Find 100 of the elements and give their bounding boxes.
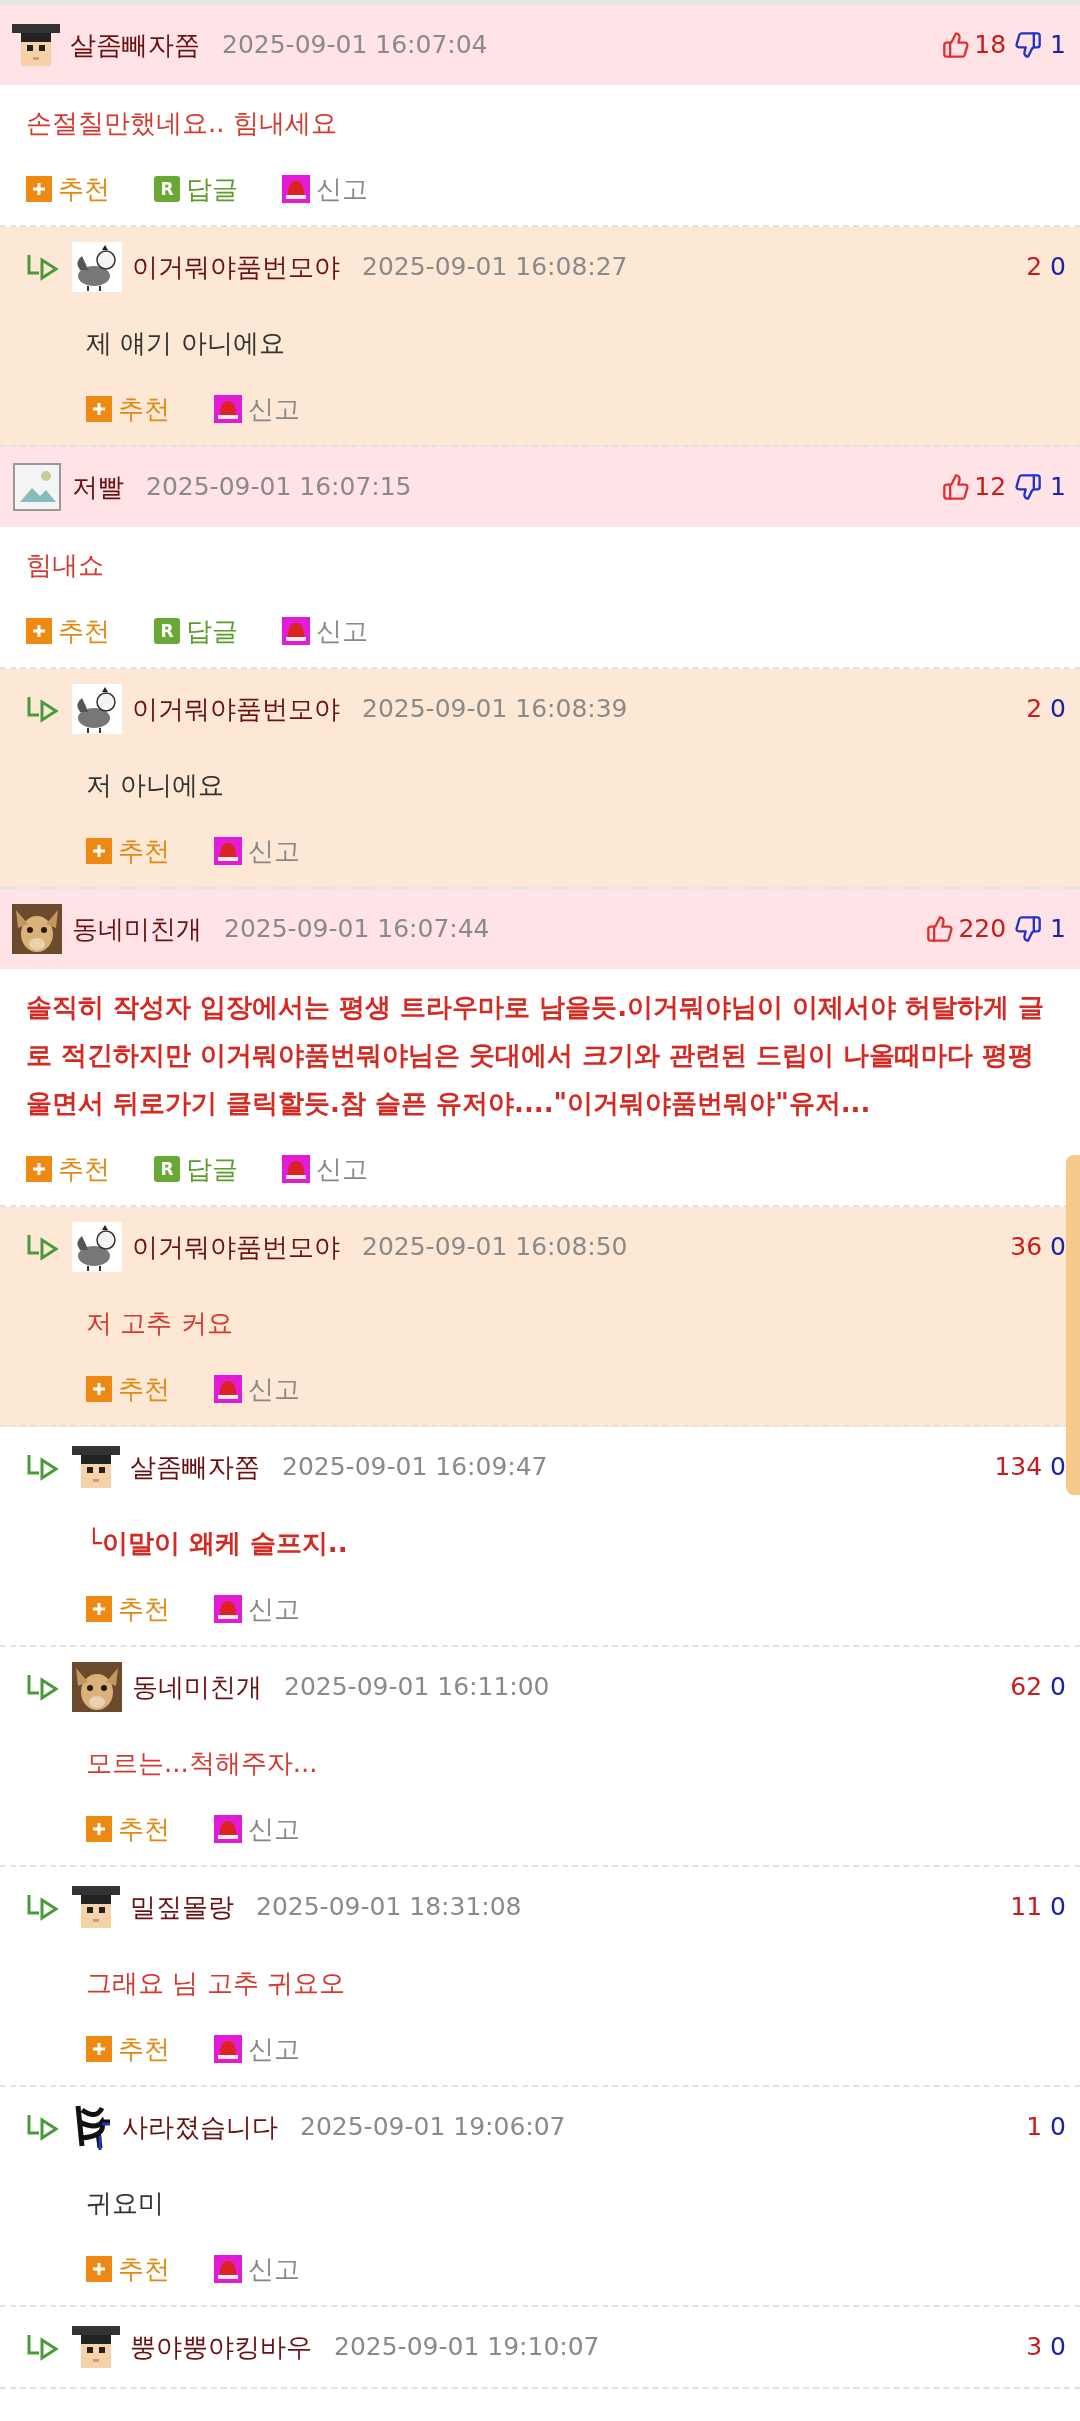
comment-time: 2025-09-01 16:07:15 <box>146 471 412 504</box>
reply-icon: R <box>154 1156 180 1182</box>
comment-time: 2025-09-01 16:08:50 <box>362 1231 628 1264</box>
comment-text: 그래요 님 고추 귀요오 <box>86 1967 346 2000</box>
siren-icon <box>214 1375 242 1403</box>
plus-icon <box>86 2036 112 2062</box>
plus-icon <box>86 1376 112 1402</box>
user-name[interactable]: 이거뭐야품번모야 <box>132 247 340 287</box>
plus-icon <box>86 838 112 864</box>
user-name[interactable]: 동네미친개 <box>132 1667 262 1707</box>
recommend-button[interactable]: 추천 <box>26 169 110 209</box>
report-button[interactable]: 신고 <box>282 611 368 651</box>
downvote-count: 1 <box>1050 913 1066 946</box>
report-button[interactable]: 신고 <box>214 2249 300 2289</box>
downvote-count: 0 <box>1050 2331 1066 2364</box>
reply-button[interactable]: R 답글 <box>154 1149 238 1189</box>
upvote-count: 1 <box>1026 2111 1043 2144</box>
graduate-avatar-icon <box>12 21 60 69</box>
siren-icon <box>214 2255 242 2283</box>
user-name[interactable]: 살좀빼자쫌 <box>70 25 200 65</box>
upvote-count: 36 <box>1010 1231 1043 1264</box>
upvote-count: 220 <box>958 913 1007 946</box>
upvote-count: 12 <box>974 471 1007 504</box>
recommend-button[interactable]: 추천 <box>86 1809 170 1849</box>
comment-time: 2025-09-01 19:06:07 <box>300 2111 566 2144</box>
user-name[interactable]: 사라졌습니다 <box>122 2107 278 2147</box>
recommend-button[interactable]: 추천 <box>86 389 170 429</box>
siren-icon <box>282 175 310 203</box>
downvote-count: 0 <box>1050 2111 1066 2144</box>
reply-arrow-icon <box>26 252 60 282</box>
chicken-avatar-icon <box>72 684 122 734</box>
plus-icon <box>86 1596 112 1622</box>
report-button[interactable]: 신고 <box>214 2029 300 2069</box>
downvote-count: 0 <box>1050 1671 1066 1704</box>
recommend-button[interactable]: 추천 <box>86 2249 170 2289</box>
user-name[interactable]: 이거뭐야품번모야 <box>132 1227 340 1267</box>
reply-button[interactable]: R 답글 <box>154 169 238 209</box>
downvote-count: 1 <box>1050 471 1066 504</box>
comment-text: 귀요미 <box>86 2187 165 2220</box>
user-name[interactable]: 살좀빼자쫌 <box>130 1447 260 1487</box>
chicken-avatar-icon <box>72 1222 122 1272</box>
report-button[interactable]: 신고 <box>214 831 300 871</box>
reply-arrow-icon <box>26 1892 60 1922</box>
thumbs-down-icon[interactable] <box>1014 915 1043 943</box>
report-button[interactable]: 신고 <box>214 1589 300 1629</box>
graduate-avatar-icon <box>72 2323 120 2371</box>
comment-time: 2025-09-01 19:10:07 <box>334 2331 600 2364</box>
upvote-count: 134 <box>994 1451 1043 1484</box>
siren-icon <box>214 395 242 423</box>
report-button[interactable]: 신고 <box>214 1809 300 1849</box>
reply-arrow-icon <box>26 2112 60 2142</box>
comment-time: 2025-09-01 16:08:39 <box>362 693 628 726</box>
thumbs-up-icon[interactable] <box>942 31 971 59</box>
plus-icon <box>26 1156 52 1182</box>
downvote-count: 0 <box>1050 1231 1066 1264</box>
plus-icon <box>86 396 112 422</box>
reply-arrow-icon <box>26 2332 60 2362</box>
siren-icon <box>214 837 242 865</box>
downvote-count: 1 <box>1050 29 1066 62</box>
report-button[interactable]: 신고 <box>214 389 300 429</box>
chicken-avatar-icon <box>72 242 122 292</box>
graduate-avatar-icon <box>72 1883 120 1931</box>
downvote-count: 0 <box>1050 1451 1066 1484</box>
reply-icon: R <box>154 618 180 644</box>
report-button[interactable]: 신고 <box>282 169 368 209</box>
recommend-button[interactable]: 추천 <box>86 831 170 871</box>
recommend-button[interactable]: 추천 <box>86 1369 170 1409</box>
comment-text: 솔직히 작성자 입장에서는 평생 트라우마로 남을듯.이거뭐야님이 이제서야 허탈하게 글로 적긴하지만 이거뭐야품번뭐야님은 웃대에서 크기와 관련된 드립이 나올때마다 평평울면서 뒤로가기 클릭할듯.참 슬픈 유저야...."이거뭐야품번뭐야"유저... <box>26 991 1046 1120</box>
thumbs-down-icon[interactable] <box>1014 473 1043 501</box>
upvote-count: 2 <box>1026 251 1043 284</box>
recommend-button[interactable]: 추천 <box>86 1589 170 1629</box>
user-name[interactable]: 뿡야뿡야킹바우 <box>130 2327 312 2367</box>
upvote-count: 2 <box>1026 693 1043 726</box>
user-name[interactable]: 저빨 <box>72 467 124 507</box>
report-button[interactable]: 신고 <box>214 1369 300 1409</box>
comment-time: 2025-09-01 16:08:27 <box>362 251 628 284</box>
reply-arrow-icon <box>26 1232 60 1262</box>
reply-arrow-icon <box>26 694 60 724</box>
thumbs-up-icon[interactable] <box>942 473 971 501</box>
report-button[interactable]: 신고 <box>282 1149 368 1189</box>
user-name[interactable]: 동네미친개 <box>72 909 202 949</box>
reply-button[interactable]: R 답글 <box>154 611 238 651</box>
broken-image-icon <box>12 462 62 512</box>
upvote-count: 3 <box>1026 2331 1043 2364</box>
siren-icon <box>282 617 310 645</box>
user-name[interactable]: 이거뭐야품번모야 <box>132 689 340 729</box>
recommend-button[interactable]: 추천 <box>26 1149 110 1189</box>
comment-text: └이말이 왜케 슬프지.. <box>86 1526 349 1560</box>
siren-icon <box>214 1815 242 1843</box>
comment-text: 저 아니에요 <box>86 769 226 802</box>
thumbs-down-icon[interactable] <box>1014 31 1043 59</box>
comment-time: 2025-09-01 18:31:08 <box>256 1891 522 1924</box>
comment-time: 2025-09-01 16:07:04 <box>222 29 488 62</box>
upvote-count: 18 <box>974 29 1007 62</box>
upvote-count: 62 <box>1010 1671 1043 1704</box>
comment-text: 저 고추 커요 <box>86 1307 234 1340</box>
user-name[interactable]: 밀짚몰랑 <box>130 1887 234 1927</box>
recommend-button[interactable]: 추천 <box>26 611 110 651</box>
thumbs-up-icon[interactable] <box>926 915 955 943</box>
recommend-button[interactable]: 추천 <box>86 2029 170 2069</box>
